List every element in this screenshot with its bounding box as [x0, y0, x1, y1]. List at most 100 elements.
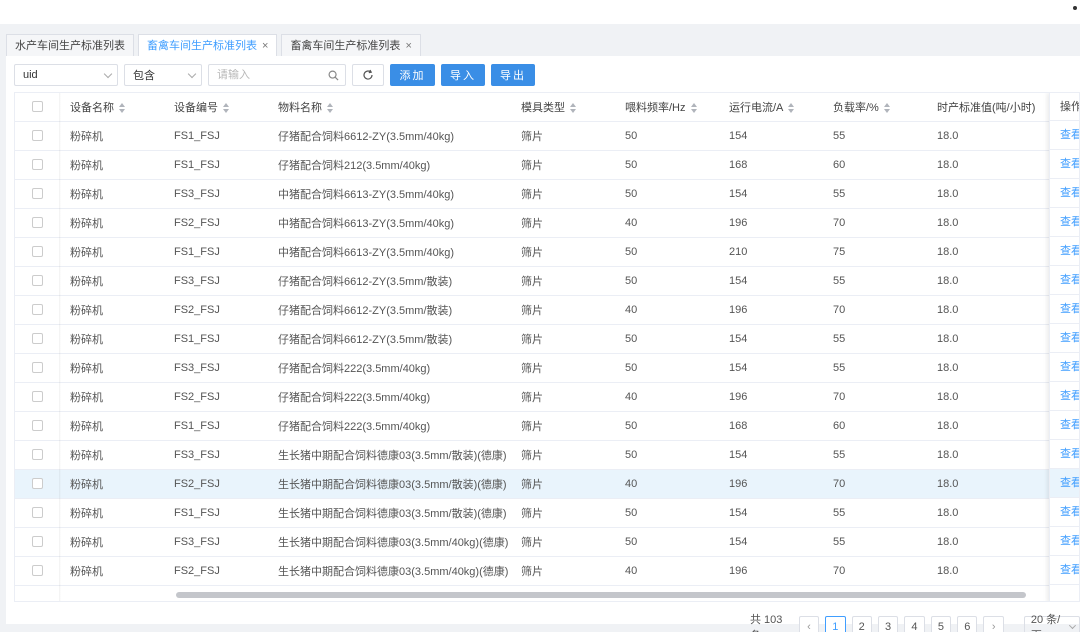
row-checkbox[interactable]: [32, 565, 43, 577]
page-3-button[interactable]: 3: [877, 616, 899, 632]
page-6-button[interactable]: 6: [957, 616, 978, 632]
page-2-button[interactable]: 2: [851, 616, 872, 632]
view-link[interactable]: 查看: [1050, 411, 1079, 440]
select-all-checkbox[interactable]: [32, 101, 43, 113]
header-mold-type[interactable]: 模具类型: [511, 93, 615, 122]
tab-aquatic-standard-list[interactable]: 水产车间生产标准列表: [6, 34, 134, 56]
view-link[interactable]: 查看: [1050, 237, 1079, 266]
horizontal-scrollbar[interactable]: [176, 592, 1026, 598]
search-icon[interactable]: [328, 70, 339, 81]
view-link[interactable]: 查看: [1050, 266, 1079, 295]
export-button[interactable]: 导出: [491, 64, 535, 86]
row-select-cell: [15, 121, 60, 151]
table-row[interactable]: 粉碎机 FS3_FSJ 生长猪中期配合饲料德康03(3.5mm/40kg)(德康) 筛…: [15, 527, 1079, 557]
close-icon[interactable]: ×: [405, 36, 411, 56]
row-checkbox[interactable]: [32, 362, 43, 374]
import-button[interactable]: 导入: [441, 64, 485, 86]
header-material-name[interactable]: 物料名称: [268, 93, 511, 122]
chevron-down-icon: [103, 69, 113, 78]
table-row[interactable]: 粉碎机 FS3_FSJ 仔猪配合饲料222(3.5mm/40kg) 筛片 50 154 55…: [15, 353, 1079, 383]
cell-load-rate: 60: [823, 150, 927, 180]
cell-hourly-standard: 18.0: [927, 266, 1039, 296]
table-row[interactable]: 粉碎机 FS1_FSJ 仔猪配合饲料6612-ZY(3.5mm/40kg) 筛片 50 1…: [15, 121, 1079, 151]
table-row[interactable]: 粉碎机 FS3_FSJ 生长猪中期配合饲料德康03(3.5mm/散装)(德康) 筛片 5…: [15, 440, 1079, 470]
view-link[interactable]: 查看: [1050, 324, 1079, 353]
header-feed-frequency[interactable]: 喂料频率/Hz: [615, 93, 719, 122]
row-checkbox[interactable]: [32, 449, 43, 461]
tab-livestock-standard-list-active[interactable]: 畜禽车间生产标准列表 ×: [138, 34, 278, 56]
table-row[interactable]: 粉碎机 FS2_FSJ 生长猪中期配合饲料德康03(3.5mm/40kg)(德康) 筛…: [15, 556, 1079, 586]
row-checkbox[interactable]: [32, 246, 43, 258]
header-hourly-standard[interactable]: 时产标准值(吨/小时): [927, 93, 1039, 122]
row-select-cell: [15, 179, 60, 209]
page-5-button[interactable]: 5: [930, 616, 952, 632]
table-row[interactable]: 粉碎机 FS1_FSJ 生长猪中期配合饲料德康03(3.5mm/散装)(德康) 筛片 5…: [15, 498, 1079, 528]
header-load-rate[interactable]: 负载率/%: [823, 93, 927, 122]
table-row[interactable]: 粉碎机 FS3_FSJ 仔猪配合饲料6612-ZY(3.5mm/散装) 筛片 50 154…: [15, 266, 1079, 296]
view-link[interactable]: 查看: [1050, 353, 1079, 382]
view-link[interactable]: 查看: [1050, 382, 1079, 411]
view-link[interactable]: 查看: [1050, 440, 1079, 469]
refresh-button[interactable]: [352, 64, 384, 86]
row-checkbox[interactable]: [32, 159, 43, 171]
table-row[interactable]: 粉碎机 FS1_FSJ 仔猪配合饲料6612-ZY(3.5mm/散装) 筛片 50 154…: [15, 324, 1079, 354]
page-1-button[interactable]: 1: [825, 616, 846, 632]
view-link[interactable]: 查看: [1050, 295, 1079, 324]
cell-material-name: 中猪配合饲料6613-ZY(3.5mm/40kg): [268, 208, 511, 238]
cell-device-name: 粉碎机: [60, 440, 164, 470]
view-link[interactable]: 查看: [1050, 179, 1079, 208]
table-row[interactable]: 粉碎机 FS2_FSJ 仔猪配合饲料6612-ZY(3.5mm/散装) 筛片 40 196…: [15, 295, 1079, 325]
view-link[interactable]: 查看: [1050, 121, 1079, 150]
sort-icon: [788, 102, 795, 113]
page-4-button[interactable]: 4: [904, 616, 925, 632]
header-device-name[interactable]: 设备名称: [60, 93, 164, 122]
cell-load-rate: 70: [823, 382, 927, 412]
table-row[interactable]: 粉碎机 FS1_FSJ 仔猪配合饲料212(3.5mm/40kg) 筛片 50 168 60…: [15, 150, 1079, 180]
cell-material-name: 生长猪中期配合饲料德康03(3.5mm/散装)(德康): [268, 498, 511, 528]
row-checkbox[interactable]: [32, 130, 43, 142]
row-checkbox[interactable]: [32, 275, 43, 287]
view-link[interactable]: 查看: [1050, 469, 1079, 498]
table-row[interactable]: 粉碎机 FS2_FSJ 仔猪配合饲料222(3.5mm/40kg) 筛片 40 196 70…: [15, 382, 1079, 412]
table-row[interactable]: 粉碎机 FS2_FSJ 中猪配合饲料6613-ZY(3.5mm/40kg) 筛片 40 1…: [15, 208, 1079, 238]
cell-material-name: 仔猪配合饲料6612-ZY(3.5mm/散装): [268, 266, 511, 296]
tab-livestock-standard-list[interactable]: 畜禽车间生产标准列表 ×: [281, 34, 421, 56]
row-checkbox[interactable]: [32, 391, 43, 403]
row-select-cell: [15, 411, 60, 441]
cell-mold-type: 筛片: [511, 382, 615, 412]
row-checkbox[interactable]: [32, 217, 43, 229]
operator-select[interactable]: 包含: [124, 64, 202, 86]
table-row[interactable]: 粉碎机 FS1_FSJ 中猪配合饲料6613-ZY(3.5mm/40kg) 筛片 50 2…: [15, 237, 1079, 267]
add-button[interactable]: 添加: [390, 64, 435, 86]
view-link[interactable]: 查看: [1050, 498, 1079, 527]
close-icon[interactable]: ×: [262, 36, 268, 56]
view-link[interactable]: 查看: [1050, 150, 1079, 179]
cell-feed-frequency: 50: [615, 411, 719, 441]
prev-page-button[interactable]: ‹: [798, 616, 820, 632]
header-current[interactable]: 运行电流/A: [719, 93, 823, 122]
cell-device-name: 粉碎机: [60, 411, 164, 441]
header-device-code[interactable]: 设备编号: [164, 93, 268, 122]
more-dot-icon[interactable]: [1073, 6, 1077, 10]
cell-device-name: 粉碎机: [60, 527, 164, 557]
view-link[interactable]: 查看: [1050, 527, 1079, 556]
row-checkbox[interactable]: [32, 536, 43, 548]
row-checkbox[interactable]: [32, 188, 43, 200]
view-link[interactable]: 查看: [1050, 208, 1079, 237]
page-size-select[interactable]: 20 条/页: [1023, 614, 1080, 632]
table-row[interactable]: 粉碎机 FS1_FSJ 仔猪配合饲料222(3.5mm/40kg) 筛片 50 168 60…: [15, 411, 1079, 441]
row-checkbox[interactable]: [32, 507, 43, 519]
cell-load-rate: 70: [823, 469, 927, 499]
cell-feed-frequency: 50: [615, 121, 719, 151]
table-row[interactable]: 粉碎机 FS3_FSJ 中猪配合饲料6613-ZY(3.5mm/40kg) 筛片 50 1…: [15, 179, 1079, 209]
field-select-value: uid: [23, 69, 38, 81]
row-checkbox[interactable]: [32, 333, 43, 345]
row-checkbox[interactable]: [32, 304, 43, 316]
row-checkbox[interactable]: [32, 420, 43, 432]
next-page-button[interactable]: ›: [983, 616, 1004, 632]
search-input[interactable]: [217, 69, 317, 81]
view-link[interactable]: 查看: [1050, 556, 1079, 585]
field-select[interactable]: uid: [14, 64, 118, 86]
row-checkbox[interactable]: [32, 478, 43, 490]
table-row[interactable]: 粉碎机 FS2_FSJ 生长猪中期配合饲料德康03(3.5mm/散装)(德康) 筛片 4…: [15, 469, 1079, 499]
